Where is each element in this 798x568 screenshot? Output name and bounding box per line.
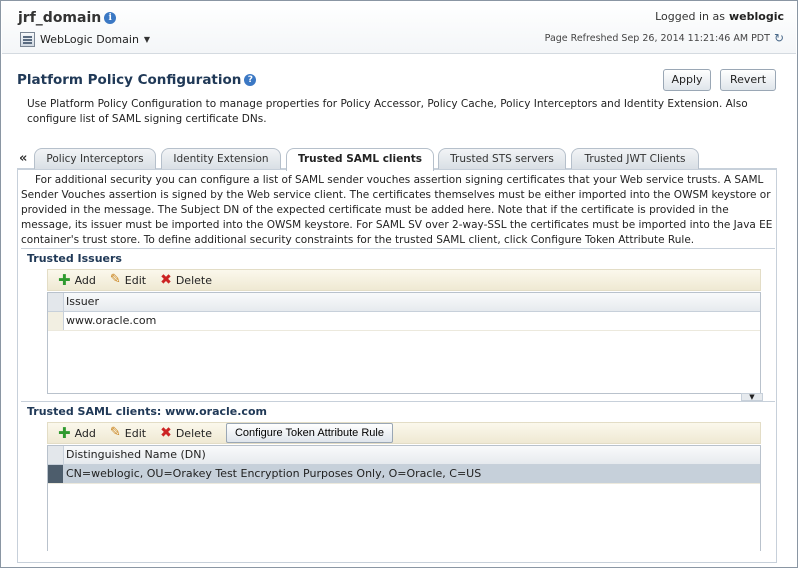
page-title-text: Platform Policy Configuration xyxy=(17,72,242,88)
row-selector-header xyxy=(48,446,64,464)
clients-table: Distinguished Name (DN) CN=weblogic, OU=… xyxy=(47,445,761,551)
scroll-down-icon[interactable]: ▼ xyxy=(741,393,763,401)
revert-button[interactable]: Revert xyxy=(720,69,776,91)
tab-bar: « Policy Interceptors Identity Extension… xyxy=(17,148,783,172)
apply-button[interactable]: Apply xyxy=(663,69,711,91)
table-row[interactable]: www.oracle.com xyxy=(48,312,760,331)
logged-in-label: Logged in as xyxy=(655,10,725,23)
refresh-icon[interactable]: ↻ xyxy=(774,31,784,45)
chevron-down-icon[interactable]: ▼ xyxy=(144,35,150,44)
issuer-column-header[interactable]: Issuer xyxy=(64,293,99,311)
collapse-tabs-icon[interactable]: « xyxy=(19,151,27,166)
edit-label: Edit xyxy=(124,426,147,440)
issuers-table-header: Issuer xyxy=(48,293,760,312)
pencil-icon: ✎ xyxy=(109,425,121,440)
trusted-issuers-title: Trusted Issuers xyxy=(27,252,122,265)
trusted-saml-clients-title: Trusted SAML clients: www.oracle.com xyxy=(27,405,267,418)
delete-client-button[interactable]: ✖ Delete xyxy=(160,425,212,441)
edit-issuer-button[interactable]: ✎ Edit xyxy=(109,272,147,287)
delete-label: Delete xyxy=(175,273,212,287)
clients-toolbar: ✚ Add ✎ Edit ✖ Delete Configure Token At… xyxy=(47,422,761,444)
page-frame: jrf_domain i WebLogic Domain ▼ Logged in… xyxy=(0,0,798,568)
tab-trusted-jwt-clients[interactable]: Trusted JWT Clients xyxy=(571,148,699,169)
edit-label: Edit xyxy=(124,273,147,287)
delete-label: Delete xyxy=(175,426,212,440)
domain-title: jrf_domain i xyxy=(18,10,117,26)
dn-cell[interactable]: CN=weblogic, OU=Orakey Test Encryption P… xyxy=(64,465,481,483)
tab-trusted-sts-servers[interactable]: Trusted STS servers xyxy=(438,148,566,169)
plus-icon: ✚ xyxy=(58,424,71,442)
issuer-cell[interactable]: www.oracle.com xyxy=(64,312,156,330)
add-client-button[interactable]: ✚ Add xyxy=(58,424,96,442)
edit-client-button[interactable]: ✎ Edit xyxy=(109,425,147,440)
clients-table-header: Distinguished Name (DN) xyxy=(48,446,760,465)
tab-policy-interceptors[interactable]: Policy Interceptors xyxy=(34,148,156,169)
issuers-toolbar: ✚ Add ✎ Edit ✖ Delete xyxy=(47,269,761,291)
row-selector[interactable] xyxy=(48,312,64,330)
add-issuer-button[interactable]: ✚ Add xyxy=(58,271,96,289)
dn-column-header[interactable]: Distinguished Name (DN) xyxy=(64,446,206,464)
add-label: Add xyxy=(74,426,96,440)
configure-token-attribute-rule-button[interactable]: Configure Token Attribute Rule xyxy=(225,423,393,443)
delete-icon: ✖ xyxy=(160,425,172,441)
username[interactable]: weblogic xyxy=(729,10,784,23)
add-label: Add xyxy=(74,273,96,287)
weblogic-domain-icon xyxy=(20,32,35,47)
page-intro: Use Platform Policy Configuration to man… xyxy=(27,98,748,125)
help-icon[interactable]: ? xyxy=(244,74,257,86)
tab-identity-extension[interactable]: Identity Extension xyxy=(161,148,281,169)
logged-in-info: Logged in as weblogic xyxy=(655,10,784,23)
domain-name: jrf_domain xyxy=(18,10,102,26)
info-icon[interactable]: i xyxy=(104,12,117,24)
domain-menu-label[interactable]: WebLogic Domain xyxy=(40,33,139,46)
tab-description: For additional security you can configur… xyxy=(21,174,773,246)
delete-issuer-button[interactable]: ✖ Delete xyxy=(160,272,212,288)
page-header: jrf_domain i WebLogic Domain ▼ Logged in… xyxy=(2,2,796,54)
page-refreshed: Page Refreshed Sep 26, 2014 11:21:46 AM … xyxy=(545,31,784,45)
table-row[interactable]: CN=weblogic, OU=Orakey Test Encryption P… xyxy=(48,465,760,484)
row-selector-header xyxy=(48,293,64,311)
refreshed-text: Page Refreshed Sep 26, 2014 11:21:46 AM … xyxy=(544,32,770,44)
domain-menu[interactable]: WebLogic Domain ▼ xyxy=(20,32,150,47)
pencil-icon: ✎ xyxy=(109,272,121,287)
issuers-table: Issuer www.oracle.com xyxy=(47,292,761,394)
delete-icon: ✖ xyxy=(160,272,172,288)
tab-trusted-saml-clients[interactable]: Trusted SAML clients xyxy=(286,148,434,171)
plus-icon: ✚ xyxy=(58,271,71,289)
page-title: Platform Policy Configuration ? xyxy=(17,72,257,88)
row-selector[interactable] xyxy=(48,465,64,483)
